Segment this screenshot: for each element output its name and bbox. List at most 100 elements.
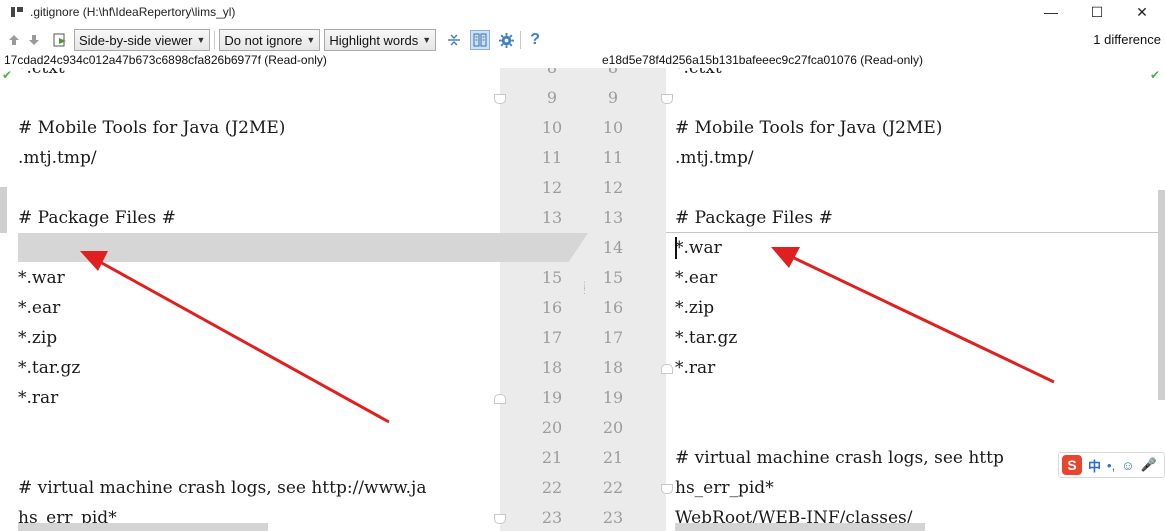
right-line-number: 21 bbox=[602, 448, 624, 467]
left-line-number: 13 bbox=[541, 208, 563, 227]
diff-toolbar: Side-by-side viewer ▼ Do not ignore ▼ Hi… bbox=[0, 27, 1165, 53]
left-code-line[interactable]: *.rar bbox=[18, 383, 58, 413]
left-vertical-scrollbar[interactable] bbox=[0, 187, 7, 233]
chevron-down-icon: ▼ bbox=[422, 35, 432, 45]
right-line-number: 12 bbox=[602, 178, 624, 197]
left-line-number: 15 bbox=[541, 268, 563, 287]
right-line-number: 20 bbox=[602, 418, 624, 437]
intellij-app-icon bbox=[10, 5, 24, 19]
right-horizontal-scrollbar[interactable] bbox=[675, 523, 925, 531]
jump-to-source-icon[interactable] bbox=[50, 30, 70, 50]
left-line-number: 12 bbox=[541, 178, 563, 197]
right-vertical-scrollbar[interactable] bbox=[1158, 190, 1165, 400]
check-icon: ✔ bbox=[1150, 68, 1161, 82]
ignore-value: Do not ignore bbox=[224, 32, 303, 48]
minimize-button[interactable]: — bbox=[1028, 0, 1074, 24]
sogou-logo-icon: S bbox=[1062, 455, 1082, 475]
synchronize-scroll-icon[interactable] bbox=[470, 30, 491, 50]
right-code-line[interactable]: # virtual machine crash logs, see http bbox=[675, 443, 1004, 473]
arrow-up-icon[interactable] bbox=[4, 30, 24, 50]
drag-handle-icon[interactable]: ⋮ ⋮ bbox=[580, 281, 589, 295]
left-editor-panel[interactable]: *.ctxt # Mobile Tools for Java (J2ME) .mtj… bbox=[0, 68, 500, 531]
fold-marker-icon[interactable] bbox=[494, 94, 506, 104]
left-line-number: 19 bbox=[541, 388, 563, 407]
maximize-button[interactable]: ☐ bbox=[1074, 0, 1120, 24]
line-number-gutter: 8 9 10 11 12 13 14 15 16 17 18 19 20 21 22 23 8 9 10 11 12 13… bbox=[500, 68, 666, 531]
right-line-number: 19 bbox=[602, 388, 624, 407]
left-code-line[interactable]: # Mobile Tools for Java (J2ME) bbox=[18, 113, 285, 143]
left-code-line[interactable]: *.ctxt bbox=[18, 68, 65, 83]
left-code-line[interactable]: .mtj.tmp/ bbox=[18, 143, 97, 173]
fold-marker-icon[interactable] bbox=[661, 484, 673, 494]
right-line-number: 13 bbox=[602, 208, 624, 227]
right-line-number: 23 bbox=[602, 508, 624, 527]
right-code-line[interactable]: hs_err_pid* bbox=[675, 473, 774, 503]
ime-voice-icon[interactable]: 🎤 bbox=[1140, 457, 1156, 473]
help-icon[interactable]: ? bbox=[525, 30, 545, 50]
chevron-down-icon: ▼ bbox=[306, 35, 316, 45]
right-line-number: 9 bbox=[607, 88, 619, 107]
left-code-line[interactable]: # Package Files # bbox=[18, 203, 176, 233]
right-code-line[interactable]: .mtj.tmp/ bbox=[675, 143, 754, 173]
viewer-mode-select[interactable]: Side-by-side viewer ▼ bbox=[74, 29, 211, 51]
highlight-mode-select[interactable]: Highlight words ▼ bbox=[324, 29, 437, 51]
toolbar-divider bbox=[214, 31, 216, 49]
left-code-line[interactable]: *.tar.gz bbox=[18, 353, 80, 383]
deletion-marker-line bbox=[666, 232, 1165, 233]
difference-count: 1 difference bbox=[1093, 32, 1161, 47]
left-code-line[interactable]: # virtual machine crash logs, see http:/… bbox=[18, 473, 426, 503]
ime-language-toggle[interactable]: 中 bbox=[1088, 456, 1101, 475]
window-title: .gitignore (H:\hf\IdeaRepertory\lims_yl) bbox=[30, 5, 236, 19]
revision-header: 17cdad24c934c012a47b673c6898cfa826b6977f… bbox=[0, 53, 1165, 68]
right-code-line[interactable]: *.war bbox=[675, 233, 722, 263]
right-line-number: 22 bbox=[602, 478, 624, 497]
right-code-line[interactable]: *.ear bbox=[675, 263, 717, 293]
left-line-number: 18 bbox=[541, 358, 563, 377]
right-line-number: 14 bbox=[602, 238, 624, 257]
chevron-down-icon: ▼ bbox=[196, 35, 206, 45]
right-revision-hash: e18d5e78f4d256a15b131bafeeec9c27fca01076… bbox=[602, 53, 923, 67]
right-code-line[interactable]: *.tar.gz bbox=[675, 323, 737, 353]
right-code-line[interactable]: *.zip bbox=[675, 293, 714, 323]
right-code-line[interactable]: # Mobile Tools for Java (J2ME) bbox=[675, 113, 942, 143]
check-icon: ✔ bbox=[2, 68, 13, 82]
right-line-number: 8 bbox=[593, 68, 633, 83]
left-revision-hash: 17cdad24c934c012a47b673c6898cfa826b6977f… bbox=[4, 53, 327, 67]
left-line-number: 23 bbox=[541, 508, 563, 527]
left-line-number: 20 bbox=[541, 418, 563, 437]
fold-marker-icon[interactable] bbox=[661, 94, 673, 104]
right-code-line[interactable]: # Package Files # bbox=[675, 203, 833, 233]
left-line-number: 11 bbox=[541, 148, 563, 167]
title-bar: .gitignore (H:\hf\IdeaRepertory\lims_yl) bbox=[0, 0, 1165, 24]
left-line-number: 9 bbox=[546, 88, 558, 107]
fold-marker-icon[interactable] bbox=[494, 394, 506, 404]
toolbar-divider bbox=[520, 31, 522, 49]
arrow-down-icon[interactable] bbox=[24, 30, 44, 50]
collapse-unchanged-icon[interactable] bbox=[444, 30, 464, 50]
left-code-line[interactable]: *.ear bbox=[18, 293, 60, 323]
ime-toolbar[interactable]: S 中 •, ☺ 🎤 bbox=[1058, 452, 1165, 478]
right-line-number: 15 bbox=[602, 268, 624, 287]
text-caret bbox=[675, 237, 677, 259]
left-code-line[interactable]: *.zip bbox=[18, 323, 57, 353]
ignore-whitespace-select[interactable]: Do not ignore ▼ bbox=[219, 29, 321, 51]
viewer-mode-value: Side-by-side viewer bbox=[79, 32, 193, 48]
left-horizontal-scrollbar[interactable] bbox=[18, 523, 268, 531]
right-code-line[interactable]: *.ctxt bbox=[675, 68, 722, 83]
changed-line-highlight bbox=[18, 233, 500, 262]
ime-punctuation-toggle[interactable]: •, bbox=[1107, 458, 1115, 473]
gear-icon[interactable] bbox=[496, 30, 516, 50]
right-line-number: 18 bbox=[602, 358, 624, 377]
right-line-number: 11 bbox=[602, 148, 624, 167]
close-button[interactable]: ✕ bbox=[1119, 0, 1165, 24]
fold-marker-icon[interactable] bbox=[661, 364, 673, 374]
right-line-number: 16 bbox=[602, 298, 624, 317]
left-line-number: 22 bbox=[541, 478, 563, 497]
right-code-line[interactable]: *.rar bbox=[675, 353, 715, 383]
highlight-value: Highlight words bbox=[329, 32, 419, 48]
left-line-number: 16 bbox=[541, 298, 563, 317]
left-line-number: 10 bbox=[541, 118, 563, 137]
ime-emoji-icon[interactable]: ☺ bbox=[1121, 458, 1134, 473]
fold-marker-icon[interactable] bbox=[494, 514, 506, 524]
left-code-line[interactable]: *.war bbox=[18, 263, 65, 293]
